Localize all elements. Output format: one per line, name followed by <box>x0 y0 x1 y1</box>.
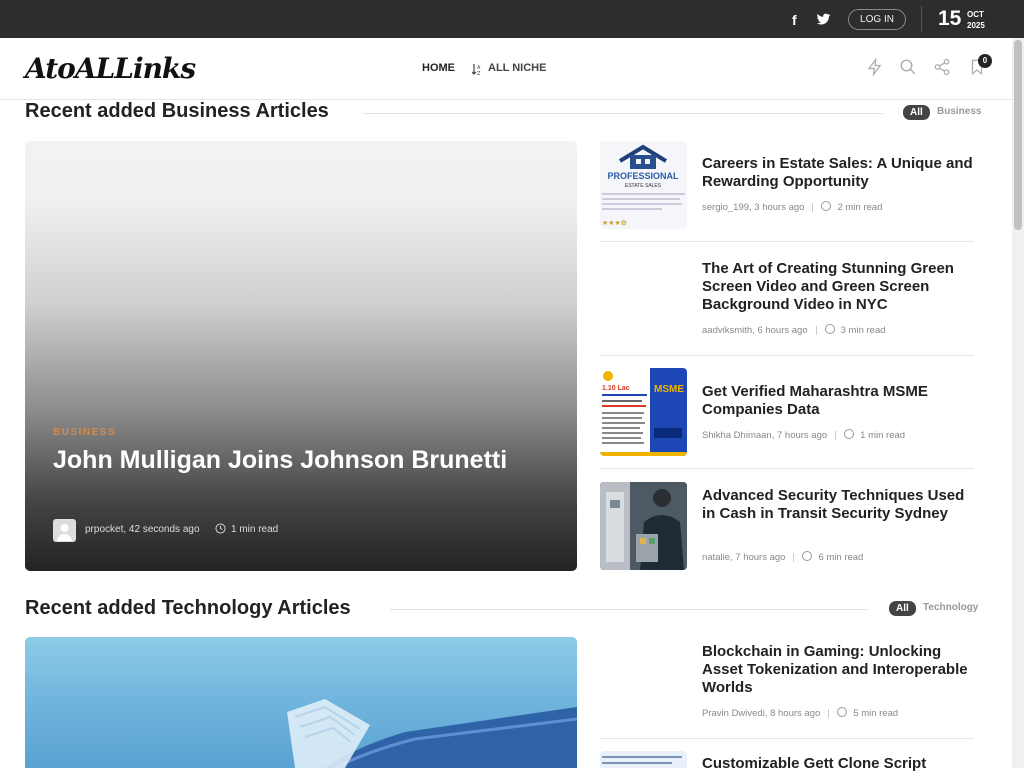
article-read-time: 5 min read <box>853 708 899 719</box>
article-divider <box>600 355 974 356</box>
article-author[interactable]: Shikha Dhimaan, 7 hours ago <box>702 430 827 441</box>
nav-all-niche-label: ALL NICHE <box>488 62 547 74</box>
article-read-time: 6 min read <box>818 552 864 563</box>
nav-home[interactable]: HOME <box>422 62 455 74</box>
hero-meta: prpocket, 42 seconds ago <box>85 524 200 535</box>
article-thumbnail[interactable]: 1.10 Lac MSME <box>600 368 687 456</box>
hero-category[interactable]: BUSINESS <box>53 427 116 438</box>
svg-text:★★★✿: ★★★✿ <box>602 219 627 227</box>
article-divider <box>600 738 974 739</box>
business-section-title: Recent added Business Articles <box>25 100 329 122</box>
site-logo[interactable]: AtoALLinks <box>25 52 196 85</box>
article-read-time: 3 min read <box>840 325 886 336</box>
thumb-msme-badge: MSME <box>654 384 684 395</box>
clock-icon <box>837 707 848 717</box>
top-bar: f LOG IN 15 OCT 2025 <box>0 0 1024 38</box>
clock-icon <box>844 429 855 439</box>
tech-hero-article-card[interactable] <box>25 637 577 768</box>
nav-all-niche[interactable]: ALL NICHE <box>488 62 546 74</box>
article-thumbnail[interactable] <box>600 751 687 768</box>
clock-icon <box>824 324 835 334</box>
article-author[interactable]: aadviksmith, 6 hours ago <box>702 325 808 336</box>
article-title[interactable]: Careers in Estate Sales: A Unique and Re… <box>702 155 977 191</box>
article-title[interactable]: Advanced Security Techniques Used in Cas… <box>702 487 977 523</box>
login-button[interactable]: LOG IN <box>848 9 906 30</box>
article-read-time: 2 min read <box>837 202 883 213</box>
article-meta: Pravin Dwivedi, 8 hours ago 5 min read <box>702 707 898 719</box>
article-author[interactable]: natalie, 7 hours ago <box>702 552 785 563</box>
thumb-estate-subtitle: ESTATE SALES <box>625 183 662 189</box>
site-header: AtoALLinks HOME AZ ALL NICHE 0 <box>0 38 1012 100</box>
hero-title[interactable]: John Mulligan Joins Johnson Brunetti <box>53 446 533 475</box>
filter-business-tab[interactable]: Business <box>937 106 981 117</box>
filter-all-pill[interactable]: All <box>903 105 930 120</box>
svg-text:Z: Z <box>477 71 481 75</box>
topbar-divider <box>921 6 922 32</box>
filter-technology-tab[interactable]: Technology <box>923 602 978 613</box>
article-read-time: 1 min read <box>860 430 906 441</box>
clock-icon <box>802 551 813 561</box>
section-divider <box>390 609 868 610</box>
article-divider <box>600 241 974 242</box>
sort-icon: AZ <box>471 62 482 77</box>
filter-all-pill[interactable]: All <box>889 601 916 616</box>
date-year: 2025 <box>967 21 985 30</box>
lightning-icon[interactable] <box>866 58 884 76</box>
share-icon[interactable] <box>933 58 951 76</box>
hero-article-card[interactable]: BUSINESS John Mulligan Joins Johnson Bru… <box>25 141 577 571</box>
search-icon[interactable] <box>899 58 917 76</box>
bookmark-count-badge: 0 <box>978 54 992 68</box>
date-month-year: OCT 2025 <box>967 9 985 31</box>
hero-read-time: 1 min read <box>231 524 279 535</box>
date-month: OCT <box>967 10 984 19</box>
article-meta: sergio_199, 3 hours ago 2 min read <box>702 201 882 213</box>
thumb-estate-title: PROFESSIONAL <box>607 171 679 181</box>
thumb-msme-price: 1.10 Lac <box>602 385 630 392</box>
facebook-icon[interactable]: f <box>792 12 797 28</box>
clock-icon <box>215 523 226 534</box>
article-author[interactable]: sergio_199, 3 hours ago <box>702 202 804 213</box>
article-meta: aadviksmith, 6 hours ago 3 min read <box>702 324 886 336</box>
article-meta: natalie, 7 hours ago 6 min read <box>702 551 863 563</box>
section-divider <box>363 113 883 114</box>
article-author[interactable]: Pravin Dwivedi, 8 hours ago <box>702 708 820 719</box>
article-title[interactable]: Get Verified Maharashtra MSME Companies … <box>702 383 977 419</box>
article-thumbnail[interactable]: PROFESSIONAL ESTATE SALES ★★★✿ <box>600 141 687 229</box>
clock-icon <box>821 201 832 211</box>
article-title[interactable]: The Art of Creating Stunning Green Scree… <box>702 260 977 314</box>
article-meta: Shikha Dhimaan, 7 hours ago 1 min read <box>702 429 905 441</box>
avatar[interactable] <box>53 519 76 542</box>
date-day: 15 <box>938 7 962 30</box>
twitter-icon[interactable] <box>815 11 831 27</box>
article-thumbnail[interactable] <box>600 482 687 570</box>
article-title[interactable]: Blockchain in Gaming: Unlocking Asset To… <box>702 643 977 697</box>
article-divider <box>600 468 974 469</box>
article-title[interactable]: Customizable Gett Clone Script <box>702 755 977 773</box>
technology-section-title: Recent added Technology Articles <box>25 597 351 619</box>
scrollbar-thumb[interactable] <box>1014 40 1022 230</box>
